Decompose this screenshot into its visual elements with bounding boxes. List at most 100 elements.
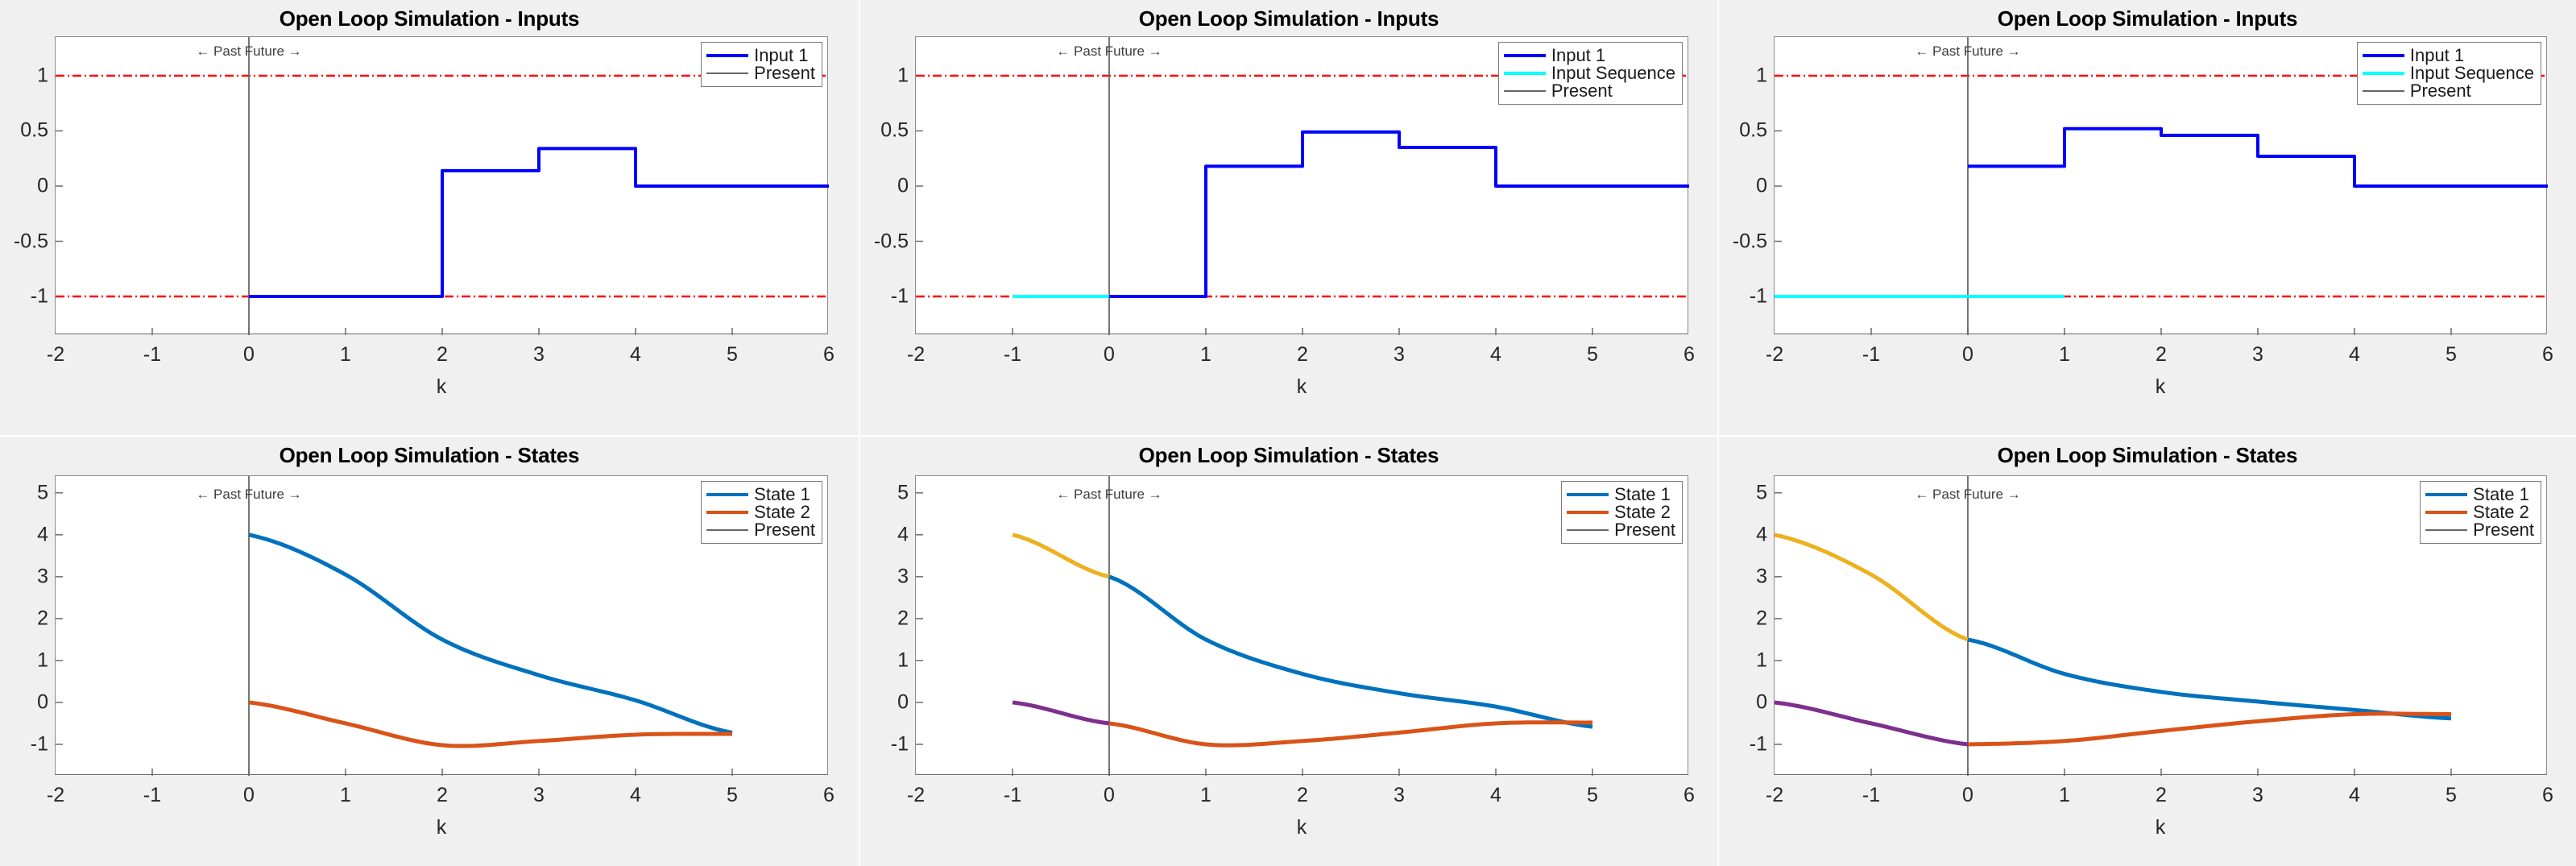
past-future-annotation: ← Past Future → bbox=[1056, 487, 1162, 503]
y-tick-label: 0 bbox=[37, 174, 48, 197]
x-tick-label: -2 bbox=[1765, 343, 1784, 366]
legend-swatch-icon bbox=[1503, 90, 1546, 92]
legend[interactable]: State 1 State 2 Present bbox=[701, 481, 822, 544]
legend[interactable]: State 1 State 2 Present bbox=[2420, 481, 2541, 544]
x-tick-label: 2 bbox=[437, 784, 448, 806]
legend-swatch-icon bbox=[2362, 90, 2404, 92]
legend-item-label: State 2 bbox=[754, 502, 810, 522]
x-tick-label: 3 bbox=[2252, 343, 2263, 366]
x-tick-label: 5 bbox=[727, 784, 738, 806]
legend-item[interactable]: State 2 bbox=[1567, 503, 1675, 521]
panel-title: Open Loop Simulation - States bbox=[1138, 443, 1439, 467]
legend-item[interactable]: Present bbox=[706, 521, 815, 539]
x-axis-label: k bbox=[436, 375, 447, 398]
axes-inputs-2[interactable]: -1 -0.5 0 0.5 1 -2 -1 0 1 2 3 4 5 6 k ← Past Future → In… bbox=[874, 36, 1695, 398]
y-tick-label: -1 bbox=[1749, 732, 1767, 756]
y-tick-label: 0.5 bbox=[1739, 118, 1767, 142]
x-tick-label: 0 bbox=[243, 343, 255, 366]
legend-item[interactable]: Present bbox=[1567, 521, 1675, 539]
y-tick-label: -1 bbox=[30, 732, 48, 756]
legend-item[interactable]: Present bbox=[1503, 81, 1675, 101]
x-tick-label: 3 bbox=[1394, 343, 1405, 366]
past-future-annotation: ← Past Future → bbox=[1915, 487, 2021, 503]
y-tick-label: 0 bbox=[1756, 174, 1767, 197]
x-tick-label: 5 bbox=[1587, 343, 1598, 366]
axes-states-1[interactable]: -1 0 1 2 3 4 5 -2 -1 0 1 2 3 4 5 6 k ← Past Future → State… bbox=[31, 475, 835, 839]
legend-swatch-icon bbox=[706, 54, 749, 57]
y-tick-label: -1 bbox=[890, 284, 909, 308]
x-tick-label: 0 bbox=[1962, 343, 1973, 366]
legend-item[interactable]: State 1 bbox=[2425, 486, 2534, 503]
legend[interactable]: State 1 State 2 Present bbox=[1561, 481, 1683, 544]
legend-item[interactable]: State 2 bbox=[706, 503, 815, 521]
legend[interactable]: Input 1 Present bbox=[701, 42, 822, 87]
legend-item[interactable]: Input 1 bbox=[2362, 47, 2534, 64]
series-line bbox=[248, 532, 733, 735]
y-tick-label: 0 bbox=[897, 690, 909, 714]
legend-item-label: Present bbox=[754, 63, 815, 83]
legend-item[interactable]: Input Sequence bbox=[1503, 63, 1675, 83]
x-tick-label: 0 bbox=[243, 784, 255, 806]
legend-item-label: Input Sequence bbox=[1551, 63, 1675, 83]
y-tick-label: 1 bbox=[897, 64, 909, 87]
x-tick-label: 1 bbox=[2059, 784, 2070, 806]
legend[interactable]: Input 1 Input Sequence Present bbox=[2356, 42, 2541, 105]
panel-title: Open Loop Simulation - States bbox=[279, 443, 580, 467]
legend-item[interactable]: Present bbox=[2362, 82, 2534, 100]
series-line bbox=[1775, 700, 1969, 747]
axes-states-3[interactable]: -1 0 1 2 3 4 5 -2 -1 0 1 2 3 4 5 6 k ← Past Future → State… bbox=[1750, 475, 2553, 839]
y-tick-label: -0.5 bbox=[13, 230, 48, 253]
y-tick-label: 1 bbox=[1756, 64, 1767, 87]
y-tick-label: -1 bbox=[30, 284, 48, 308]
x-tick-label: 3 bbox=[533, 784, 545, 806]
legend-item[interactable]: Present bbox=[2425, 521, 2534, 539]
x-tick-label: -1 bbox=[1003, 784, 1022, 806]
y-tick-label: 3 bbox=[1756, 565, 1767, 588]
y-tick-label: 1 bbox=[37, 648, 48, 672]
panel-title: Open Loop Simulation - States bbox=[1997, 443, 2298, 467]
x-tick-label: 5 bbox=[1587, 784, 1598, 806]
series-line bbox=[1108, 720, 1593, 748]
legend-item[interactable]: State 2 bbox=[2425, 503, 2534, 521]
series-line bbox=[1012, 700, 1110, 726]
legend-item-label: Present bbox=[1551, 81, 1613, 101]
legend-item[interactable]: Present bbox=[706, 64, 815, 82]
x-tick-label: 0 bbox=[1962, 784, 1973, 806]
legend-swatch-icon bbox=[1567, 493, 1609, 496]
legend-item[interactable]: State 1 bbox=[706, 486, 815, 503]
panel-title: Open Loop Simulation - Inputs bbox=[279, 6, 580, 31]
y-tick-label: 1 bbox=[897, 648, 909, 672]
legend-item[interactable]: Input 1 bbox=[706, 47, 815, 64]
past-future-annotation: ← Past Future → bbox=[196, 43, 302, 59]
legend-item-label: Input 1 bbox=[754, 45, 809, 65]
axes-inputs-3[interactable]: -1 -0.5 0 0.5 1 -2 -1 0 1 2 3 4 5 6 k ← Past Future → In… bbox=[1733, 36, 2553, 398]
x-tick-label: 4 bbox=[2349, 343, 2360, 366]
panel-title: Open Loop Simulation - Inputs bbox=[1138, 6, 1439, 31]
y-tick-label: 4 bbox=[37, 523, 48, 546]
legend-item[interactable]: Input Sequence bbox=[2362, 64, 2534, 82]
x-tick-label: 6 bbox=[2542, 343, 2553, 366]
x-tick-label: 3 bbox=[1394, 784, 1405, 806]
y-tick-label: 1 bbox=[37, 64, 48, 87]
legend[interactable]: Input 1 Input Sequence Present bbox=[1497, 42, 1683, 105]
x-tick-label: 2 bbox=[1297, 784, 1308, 806]
series-line bbox=[249, 147, 829, 299]
y-tick-label: 5 bbox=[37, 481, 48, 504]
panel-inputs-3: Open Loop Simulation - Inputs -1 -0.5 0 0.5… bbox=[1717, 0, 2576, 435]
legend-item-label: Present bbox=[1614, 520, 1675, 540]
legend-item[interactable]: Input 1 bbox=[1503, 47, 1675, 64]
legend-swatch-icon bbox=[2425, 529, 2468, 531]
x-tick-label: 5 bbox=[2446, 784, 2457, 806]
x-tick-label: -1 bbox=[143, 343, 162, 366]
legend-item[interactable]: State 1 bbox=[1567, 486, 1675, 503]
axes-states-2[interactable]: -1 0 1 2 3 4 5 -2 -1 0 1 2 3 4 5 6 k ← Past Future → State… bbox=[891, 475, 1695, 839]
legend-item-label: State 2 bbox=[1614, 502, 1671, 522]
x-tick-label: 2 bbox=[2156, 343, 2167, 366]
x-axis-label: k bbox=[436, 816, 447, 839]
panel-inputs-2: Open Loop Simulation - Inputs -1 -0.5 0 0.5… bbox=[859, 0, 1717, 435]
y-tick-label: -0.5 bbox=[873, 230, 909, 253]
x-tick-label: 6 bbox=[1684, 784, 1695, 806]
panel-states-2: Open Loop Simulation - States -1 0 1 2 3 4 5 -2… bbox=[859, 435, 1717, 866]
x-axis-label: k bbox=[2155, 375, 2166, 398]
axes-inputs-1[interactable]: -1 -0.5 0 0.5 1 -2 -1 0 1 2 3 4 5 6 k ← Past Future → In… bbox=[14, 36, 835, 398]
